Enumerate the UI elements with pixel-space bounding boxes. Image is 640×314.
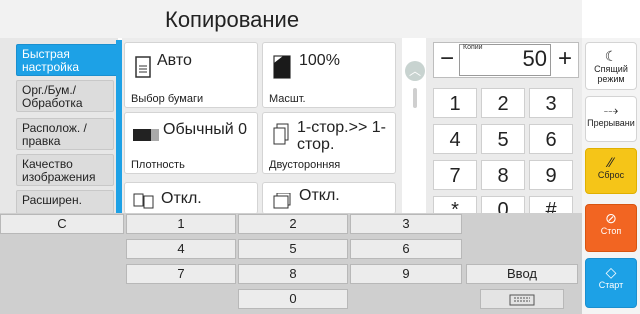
page-title: Копирование: [165, 7, 300, 32]
reset-button[interactable]: ⁄⁄ Сброс: [585, 148, 637, 194]
duplex-value: 1-стор.>> 1-стор.: [297, 119, 386, 153]
paper-select-card[interactable]: Авто Выбор бумаги: [124, 42, 258, 108]
zoom-label: Масшт.: [269, 93, 306, 105]
reset-label: Сброс: [597, 170, 625, 180]
interrupt-label: Прерывани: [587, 118, 635, 128]
start-label: Старт: [598, 280, 624, 290]
kb-key-3[interactable]: 3: [350, 214, 462, 234]
zoom-value: 100%: [299, 52, 340, 69]
density-card[interactable]: Обычный 0 Плотность: [124, 112, 258, 174]
stop-icon: ⊘: [605, 210, 617, 226]
tab-label: Орг./Бум./ Обработка: [22, 83, 83, 110]
reset-icon: ⁄⁄: [608, 154, 614, 170]
keyboard-icon: [509, 294, 535, 306]
density-icon: [133, 129, 159, 141]
start-button[interactable]: ◇ Старт: [585, 258, 637, 308]
sleep-label: Спящий режим: [594, 64, 628, 84]
stop-button[interactable]: ⊘ Стоп: [585, 204, 637, 252]
kb-key-4[interactable]: 4: [126, 239, 236, 259]
kb-key-2[interactable]: 2: [238, 214, 348, 234]
keypad-2[interactable]: 2: [481, 88, 525, 118]
tab-label: Быстрая настройка: [22, 47, 80, 74]
keypad-0[interactable]: 0: [481, 196, 525, 214]
start-icon: ◇: [605, 264, 617, 280]
keyboard-toggle-button[interactable]: [480, 289, 564, 309]
tab-label: Качество изображения: [22, 157, 96, 184]
keypad-3[interactable]: 3: [529, 88, 573, 118]
keypad-1[interactable]: 1: [433, 88, 477, 118]
keypad-9[interactable]: 9: [529, 160, 573, 190]
tab-quick-setup[interactable]: Быстрая настройка: [16, 44, 120, 76]
option-6-value: Откл.: [299, 187, 340, 204]
combine-icon: [133, 193, 154, 209]
keypad-star[interactable]: *: [433, 196, 477, 214]
duplex-icon: [273, 123, 289, 145]
density-value: Обычный 0: [163, 121, 248, 138]
tab-label: Располож. /правка: [22, 121, 87, 148]
margin-icon: [273, 193, 291, 209]
option-5-value: Откл.: [161, 190, 202, 207]
kb-key-6[interactable]: 6: [350, 239, 462, 259]
paper-icon: [135, 56, 151, 78]
option-card-5[interactable]: Откл.: [124, 182, 258, 214]
keypad-6[interactable]: 6: [529, 124, 573, 154]
keypad-8[interactable]: 8: [481, 160, 525, 190]
kb-key-5[interactable]: 5: [238, 239, 348, 259]
tab-label: Расширен.: [22, 193, 82, 207]
tab-layout-edit[interactable]: Располож. /правка: [16, 118, 114, 150]
keypad-4[interactable]: 4: [433, 124, 477, 154]
copies-value: 50: [522, 46, 547, 71]
duplex-card[interactable]: 1-стор.>> 1-стор. Двусторонняя: [262, 112, 396, 174]
title-bar: Копирование: [0, 0, 582, 38]
interrupt-button[interactable]: ⤏ Прерывани: [585, 96, 637, 142]
kb-key-7[interactable]: 7: [126, 264, 236, 284]
scrollbar-thumb[interactable]: [413, 88, 417, 108]
minus-button[interactable]: −: [434, 43, 460, 77]
plus-button[interactable]: +: [552, 43, 578, 77]
duplex-label: Двусторонняя: [269, 159, 341, 171]
zoom-card[interactable]: 100% Масшт.: [262, 42, 396, 108]
tab-image-quality[interactable]: Качество изображения: [16, 154, 114, 186]
enter-key[interactable]: Ввод: [466, 264, 578, 284]
tab-org-paper-finishing[interactable]: Орг./Бум./ Обработка: [16, 80, 114, 112]
kb-key-8[interactable]: 8: [238, 264, 348, 284]
paper-label: Выбор бумаги: [131, 93, 204, 105]
zoom-page-icon: [273, 55, 291, 79]
kb-key-9[interactable]: 9: [350, 264, 462, 284]
option-card-6[interactable]: Откл.: [262, 182, 396, 214]
keypad-7[interactable]: 7: [433, 160, 477, 190]
kb-key-1[interactable]: 1: [126, 214, 236, 234]
tab-advanced[interactable]: Расширен.: [16, 190, 114, 214]
keypad-5[interactable]: 5: [481, 124, 525, 154]
density-label: Плотность: [131, 159, 185, 171]
clear-key[interactable]: C: [0, 214, 124, 234]
interrupt-icon: ⤏: [603, 102, 619, 118]
kb-key-0[interactable]: 0: [238, 289, 348, 309]
sleep-button[interactable]: ☾ Спящий режим: [585, 42, 637, 90]
moon-icon: ☾: [604, 48, 618, 64]
paper-value: Авто: [157, 52, 192, 69]
stop-label: Стоп: [600, 226, 622, 236]
keypad-hash[interactable]: #: [529, 196, 573, 214]
scroll-up-icon[interactable]: ︿: [405, 61, 425, 81]
